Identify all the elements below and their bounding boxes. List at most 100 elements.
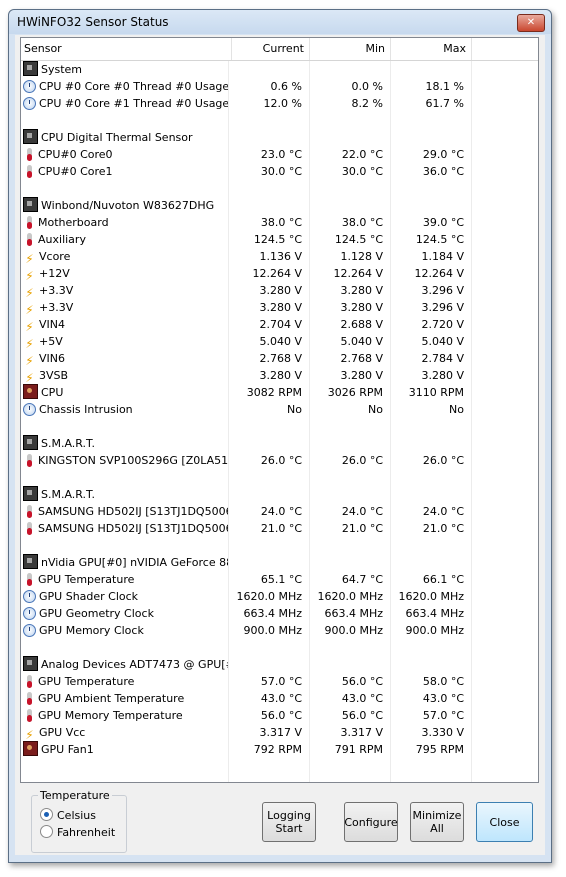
sensor-group-row[interactable]: Winbond/Nuvoton W83627DHG — [21, 197, 538, 214]
sensor-name: Motherboard — [23, 214, 228, 231]
sensor-name: nVidia GPU[#0] nVIDIA GeForce 88... — [23, 554, 228, 571]
sensor-name: Winbond/Nuvoton W83627DHG — [23, 197, 228, 214]
value-min: 12.264 V — [333, 267, 383, 280]
sensor-row[interactable]: GPU Shader Clock 1620.0 MHz 1620.0 MHz 1620… — [21, 588, 538, 605]
window-title: HWiNFO32 Sensor Status — [17, 15, 169, 29]
sensor-row[interactable]: GPU Ambient Temperature 43.0 °C 43.0 °C 43.… — [21, 690, 538, 707]
sensor-label: CPU#0 Core0 — [38, 148, 113, 161]
sensor-label: GPU Memory Clock — [39, 624, 144, 637]
sensor-name: ⚡ +12V — [23, 265, 228, 282]
window-close-button[interactable]: ✕ — [517, 14, 545, 32]
sensor-label: GPU Vcc — [39, 726, 86, 739]
chip-icon — [23, 486, 38, 501]
sensor-row[interactable]: SAMSUNG HD502IJ [S13TJ1DQ5006... 21.0 °C 2… — [21, 520, 538, 537]
clock-icon — [23, 403, 36, 416]
sensor-name: ⚡ +5V — [23, 333, 228, 350]
sensor-row[interactable]: CPU 3082 RPM 3026 RPM 3110 RPM — [21, 384, 538, 401]
sensor-row[interactable]: ⚡ +3.3V 3.280 V 3.280 V 3.296 V — [21, 299, 538, 316]
sensor-row[interactable]: GPU Memory Clock 900.0 MHz 900.0 MHz 900.0 … — [21, 622, 538, 639]
value-cur: 26.0 °C — [260, 454, 302, 467]
bolt-icon: ⚡ — [25, 371, 34, 385]
close-button[interactable]: Close — [476, 802, 533, 842]
sensor-row[interactable]: GPU Temperature 57.0 °C 56.0 °C 58.0 °C — [21, 673, 538, 690]
sensor-row[interactable]: ⚡ VIN4 2.704 V 2.688 V 2.720 V — [21, 316, 538, 333]
value-max: 2.784 V — [421, 352, 464, 365]
sensor-row[interactable]: GPU Fan1 792 RPM 791 RPM 795 RPM — [21, 741, 538, 758]
value-min: 1620.0 MHz — [317, 590, 383, 603]
sensor-label: KINGSTON SVP100S296G [Z0LA518... — [38, 454, 228, 467]
value-cur: 21.0 °C — [260, 522, 302, 535]
column-header-min[interactable]: Min — [310, 38, 391, 60]
sensor-name: ⚡ VIN4 — [23, 316, 228, 333]
fan-icon — [23, 384, 38, 399]
sensor-group-row[interactable]: S.M.A.R.T. — [21, 486, 538, 503]
therm-icon — [27, 709, 32, 722]
sensor-status-window: HWiNFO32 Sensor Status ✕ Sensor Current … — [8, 9, 552, 863]
sensor-row[interactable]: GPU Geometry Clock 663.4 MHz 663.4 MHz 663.… — [21, 605, 538, 622]
sensor-row[interactable]: CPU #0 Core #0 Thread #0 Usage 0.6 % 0.0 %… — [21, 78, 538, 95]
sensor-group-row[interactable]: System — [21, 61, 538, 78]
sensor-row[interactable]: Auxiliary 124.5 °C 124.5 °C 124.5 °C — [21, 231, 538, 248]
value-min: 1.128 V — [340, 250, 383, 263]
sensor-row[interactable]: CPU#0 Core0 23.0 °C 22.0 °C 29.0 °C — [21, 146, 538, 163]
sensor-table[interactable]: Sensor Current Min Max System CPU #0 Core… — [20, 37, 539, 783]
sensor-row[interactable]: Chassis Intrusion No No No — [21, 401, 538, 418]
sensor-label: GPU Temperature — [38, 675, 135, 688]
column-header-current[interactable]: Current — [229, 38, 310, 60]
radio-celsius[interactable]: Celsius — [40, 808, 96, 822]
sensor-row[interactable]: SAMSUNG HD502IJ [S13TJ1DQ5006... 24.0 °C 2… — [21, 503, 538, 520]
sensor-row[interactable]: ⚡ +5V 5.040 V 5.040 V 5.040 V — [21, 333, 538, 350]
value-max: 2.720 V — [421, 318, 464, 331]
sensor-label: System — [41, 63, 83, 76]
column-header-max[interactable]: Max — [391, 38, 472, 60]
sensor-name: GPU Shader Clock — [23, 588, 228, 605]
sensor-group-row[interactable]: Analog Devices ADT7473 @ GPU[#... — [21, 656, 538, 673]
value-max: 21.0 °C — [422, 522, 464, 535]
sensor-row[interactable]: Motherboard 38.0 °C 38.0 °C 39.0 °C — [21, 214, 538, 231]
value-max: 3.296 V — [421, 284, 464, 297]
minimize-all-button[interactable]: Minimize All — [410, 802, 464, 842]
value-min: 2.768 V — [340, 352, 383, 365]
sensor-row[interactable]: ⚡ +12V 12.264 V 12.264 V 12.264 V — [21, 265, 538, 282]
radio-celsius-indicator[interactable] — [40, 808, 53, 821]
radio-fahrenheit-indicator[interactable] — [40, 825, 53, 838]
sensor-row[interactable]: GPU Temperature 65.1 °C 64.7 °C 66.1 °C — [21, 571, 538, 588]
sensor-row[interactable]: GPU Memory Temperature 56.0 °C 56.0 °C 57.0… — [21, 707, 538, 724]
sensor-label: CPU #0 Core #0 Thread #0 Usage — [39, 80, 228, 93]
sensor-row[interactable]: CPU #0 Core #1 Thread #0 Usage 12.0 % 8.2 … — [21, 95, 538, 112]
value-min: 64.7 °C — [341, 573, 383, 586]
value-cur: 3.317 V — [259, 726, 302, 739]
value-min: 5.040 V — [340, 335, 383, 348]
chip-icon — [23, 197, 38, 212]
bolt-icon: ⚡ — [25, 320, 34, 334]
sensor-row[interactable]: ⚡ VIN6 2.768 V 2.768 V 2.784 V — [21, 350, 538, 367]
sensor-row[interactable]: ⚡ 3VSB 3.280 V 3.280 V 3.280 V — [21, 367, 538, 384]
configure-button-label: Configure — [344, 815, 398, 829]
sensor-label: +5V — [39, 335, 63, 348]
sensor-name: System — [23, 61, 228, 78]
logging-start-button[interactable]: Logging Start — [262, 802, 316, 842]
sensor-row[interactable]: KINGSTON SVP100S296G [Z0LA518... 26.0 °C 2… — [21, 452, 538, 469]
sensor-name: S.M.A.R.T. — [23, 435, 228, 452]
value-min: 24.0 °C — [341, 505, 383, 518]
sensor-group-row[interactable]: CPU Digital Thermal Sensor — [21, 129, 538, 146]
value-min: 791 RPM — [334, 743, 383, 756]
sensor-label: Auxiliary — [38, 233, 86, 246]
value-min: 30.0 °C — [341, 165, 383, 178]
sensor-group-row[interactable]: S.M.A.R.T. — [21, 435, 538, 452]
sensor-group-row[interactable]: nVidia GPU[#0] nVIDIA GeForce 88... — [21, 554, 538, 571]
sensor-name: GPU Geometry Clock — [23, 605, 228, 622]
value-max: 58.0 °C — [422, 675, 464, 688]
sensor-name: ⚡ GPU Vcc — [23, 724, 228, 741]
configure-button[interactable]: Configure — [344, 802, 398, 842]
sensor-name: CPU#0 Core0 — [23, 146, 228, 163]
title-bar[interactable]: HWiNFO32 Sensor Status ✕ — [9, 10, 551, 34]
sensor-row[interactable]: ⚡ Vcore 1.136 V 1.128 V 1.184 V — [21, 248, 538, 265]
sensor-row[interactable]: CPU#0 Core1 30.0 °C 30.0 °C 36.0 °C — [21, 163, 538, 180]
sensor-row[interactable]: ⚡ +3.3V 3.280 V 3.280 V 3.296 V — [21, 282, 538, 299]
chip-icon — [23, 656, 38, 671]
radio-fahrenheit[interactable]: Fahrenheit — [40, 825, 115, 839]
column-header-sensor[interactable]: Sensor — [21, 38, 232, 60]
table-header: Sensor Current Min Max — [21, 38, 538, 61]
sensor-row[interactable]: ⚡ GPU Vcc 3.317 V 3.317 V 3.330 V — [21, 724, 538, 741]
